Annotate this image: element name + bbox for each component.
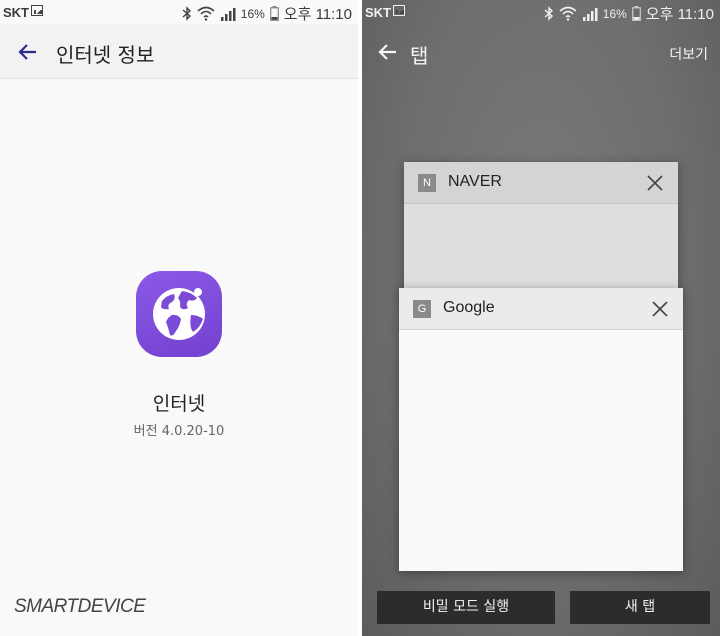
- signal-icon: [220, 7, 236, 21]
- battery-percent: 16%: [602, 6, 627, 21]
- wifi-icon: [197, 6, 215, 21]
- favicon-icon: N: [418, 174, 436, 192]
- wifi-icon: [559, 6, 577, 21]
- internet-info-screen: SKT 16% 오후 11:10 인터넷 정보 인터넷 버전 4.0.20-10…: [0, 0, 358, 636]
- new-tab-button[interactable]: 새 탭: [570, 591, 710, 624]
- favicon-icon: G: [413, 300, 431, 318]
- more-button[interactable]: 더보기: [669, 44, 708, 64]
- gallery-notification-icon: [31, 5, 43, 16]
- bluetooth-icon: [182, 6, 191, 21]
- clock: 오후 11:10: [645, 6, 714, 23]
- tab-header: G Google: [399, 288, 683, 330]
- back-arrow-icon[interactable]: [376, 40, 400, 64]
- status-bar: SKT 16% 오후 11:10: [0, 0, 358, 24]
- tab-title: NAVER: [448, 173, 502, 190]
- tab-card-google[interactable]: G Google: [399, 288, 683, 571]
- app-bar: 인터넷 정보: [0, 24, 358, 79]
- signal-icon: [582, 7, 598, 21]
- battery-icon: [631, 6, 641, 21]
- watermark-logo: SMARTDEVICE: [14, 596, 146, 617]
- carrier-label: SKT: [365, 5, 391, 20]
- app-version: 버전 4.0.20-10: [133, 424, 225, 439]
- battery-percent: 16%: [240, 6, 265, 21]
- screenshot-root: SKT 16% 오후 11:10 인터넷 정보 인터넷 버전 4.0.20-10…: [0, 0, 720, 636]
- back-arrow-icon[interactable]: [16, 40, 40, 64]
- app-bar: 탭 더보기: [362, 24, 720, 80]
- tab-title: Google: [443, 299, 495, 316]
- close-icon[interactable]: [644, 172, 666, 194]
- page-title: 탭: [410, 44, 429, 68]
- tab-header: N NAVER: [404, 162, 678, 204]
- gallery-notification-icon: [393, 5, 405, 16]
- secret-mode-button[interactable]: 비밀 모드 실행: [377, 591, 555, 624]
- tabs-screen: SKT 16% 오후 11:10 탭 더보기 N NAVER G Google …: [362, 0, 720, 636]
- close-icon[interactable]: [649, 298, 671, 320]
- carrier-label: SKT: [3, 5, 29, 20]
- bluetooth-icon: [544, 6, 553, 21]
- internet-app-icon: [136, 271, 222, 357]
- status-bar: SKT 16% 오후 11:10: [362, 0, 720, 24]
- page-title: 인터넷 정보: [56, 43, 155, 67]
- globe-icon: [153, 288, 205, 340]
- battery-icon: [269, 6, 279, 21]
- tab-card-naver[interactable]: N NAVER: [404, 162, 678, 302]
- app-name: 인터넷: [152, 393, 206, 415]
- clock: 오후 11:10: [283, 6, 352, 23]
